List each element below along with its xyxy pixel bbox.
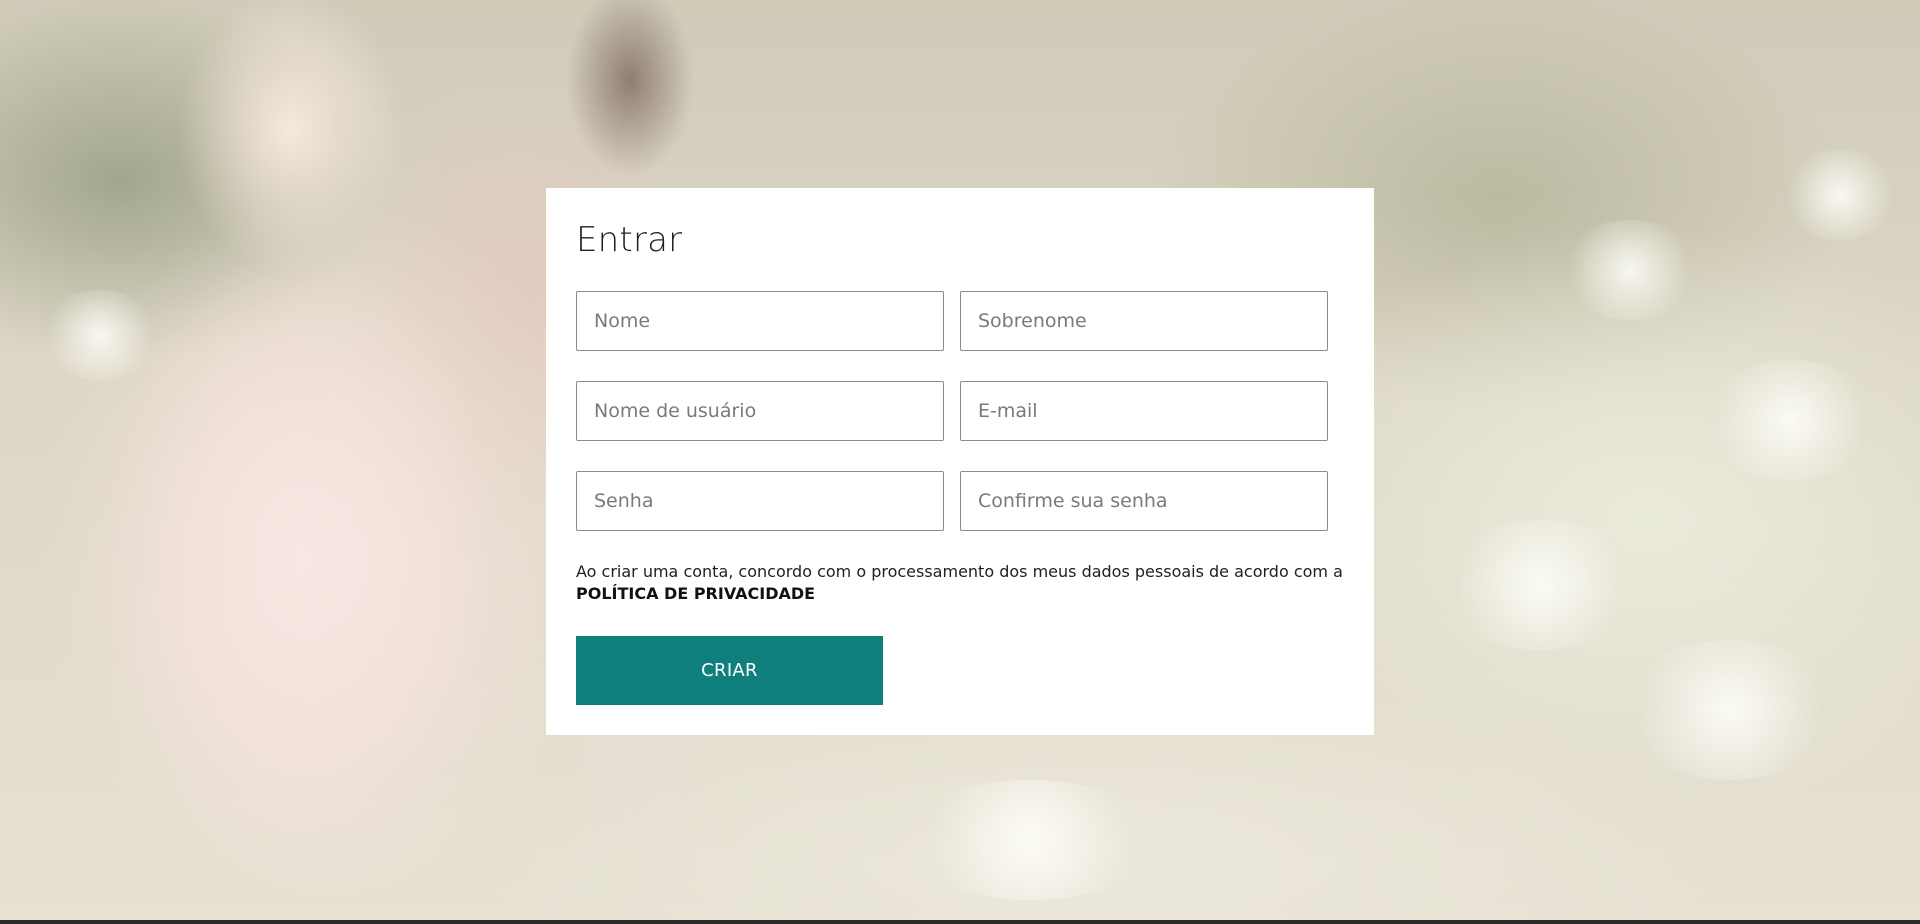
consent-text: Ao criar uma conta, concordo com o proce… (576, 562, 1343, 581)
form-title: Entrar (576, 220, 683, 260)
last-name-input[interactable] (978, 310, 1310, 332)
first-name-input[interactable] (594, 310, 926, 332)
create-account-button[interactable]: CRIAR (576, 636, 883, 705)
form-row-names (576, 291, 1329, 351)
privacy-policy-link[interactable]: POLÍTICA DE PRIVACIDADE (576, 583, 1356, 605)
flower-cluster (40, 290, 160, 380)
last-name-field[interactable] (960, 291, 1328, 351)
confirm-password-input[interactable] (978, 490, 1310, 512)
signup-card: Entrar Ao criar u (546, 188, 1374, 735)
first-name-field[interactable] (576, 291, 944, 351)
form-fields-grid (576, 291, 1329, 561)
confirm-password-field[interactable] (960, 471, 1328, 531)
username-field[interactable] (576, 381, 944, 441)
email-field[interactable] (960, 381, 1328, 441)
username-input[interactable] (594, 400, 926, 422)
consent-notice: Ao criar uma conta, concordo com o proce… (576, 561, 1356, 605)
flower-cluster (900, 780, 1160, 900)
model-figure-left (60, 0, 540, 924)
flower-cluster (1620, 640, 1840, 780)
flower-cluster (1700, 360, 1880, 480)
form-row-passwords (576, 471, 1329, 531)
form-row-account (576, 381, 1329, 441)
flower-cluster (1560, 220, 1700, 320)
flower-cluster (1780, 150, 1900, 240)
flower-cluster (1440, 520, 1640, 650)
bottom-edge-bar (0, 920, 1920, 924)
password-input[interactable] (594, 490, 926, 512)
password-field[interactable] (576, 471, 944, 531)
email-input[interactable] (978, 400, 1310, 422)
